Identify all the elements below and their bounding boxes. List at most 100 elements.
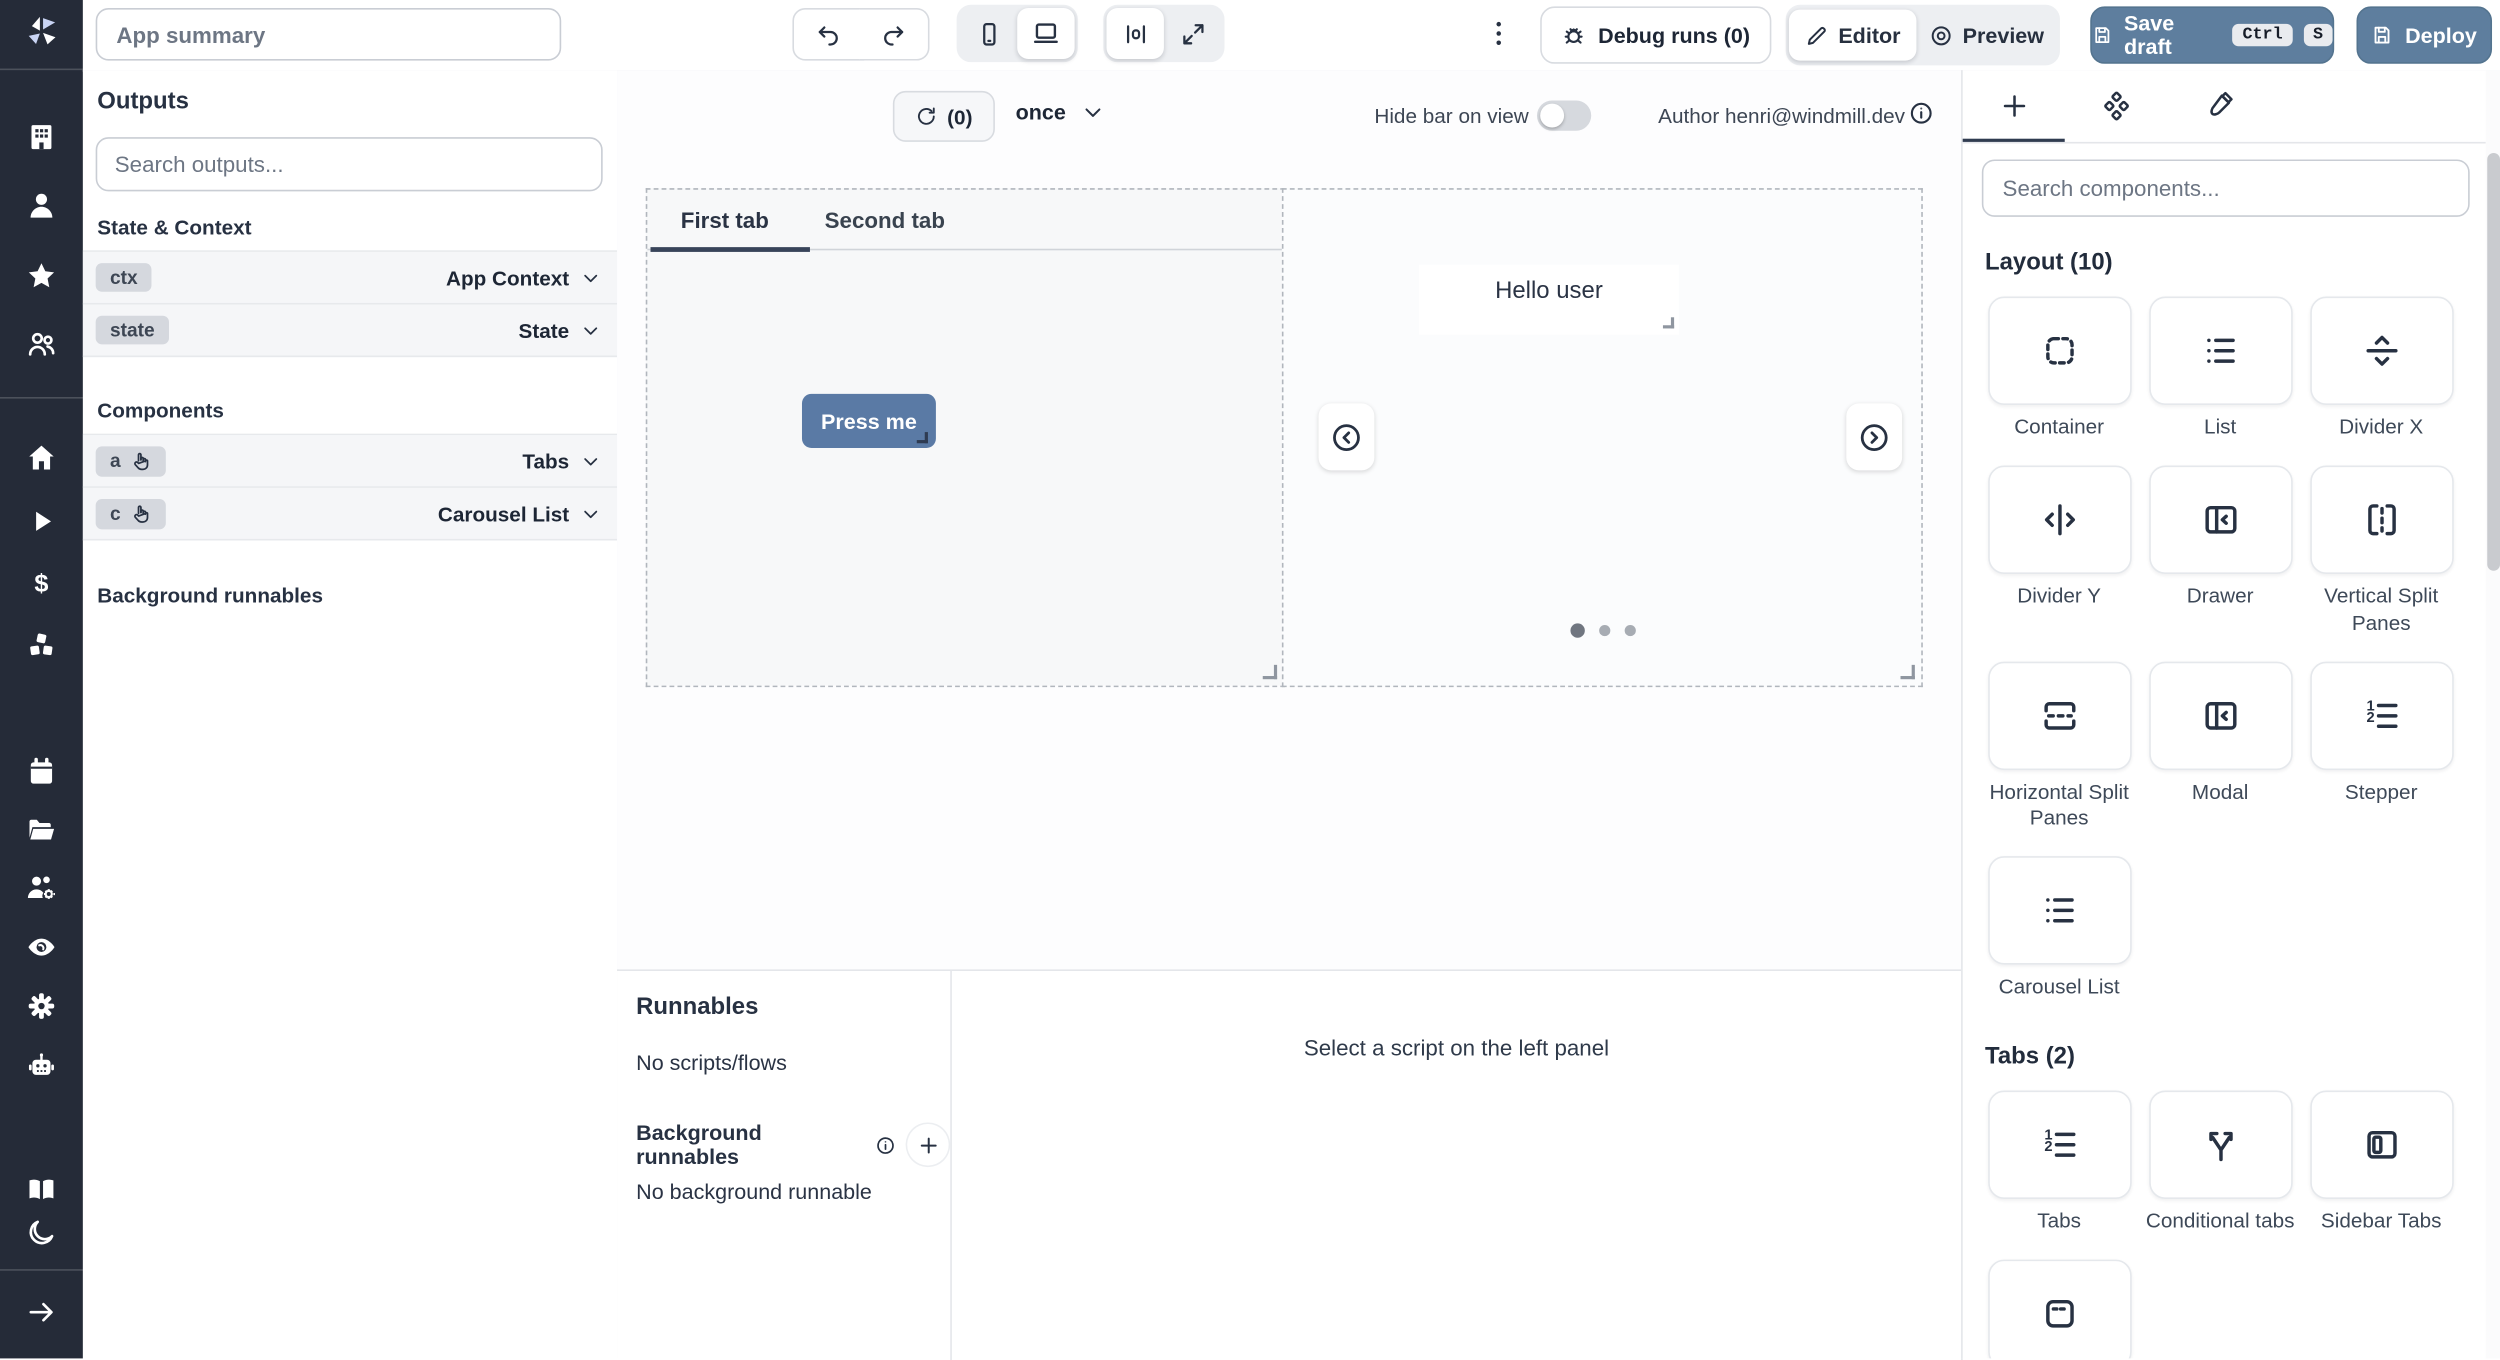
output-row-c[interactable]: c Carousel List: [83, 488, 617, 541]
deploy-button[interactable]: Deploy: [2357, 6, 2493, 63]
no-scripts-text: No scripts/flows: [636, 1051, 950, 1075]
hand-pointer-icon: [130, 450, 151, 471]
run-mode-dropdown[interactable]: once: [1016, 100, 1105, 124]
layout-section-title: Layout (10): [1985, 249, 2500, 276]
invisible-tabs-icon: [2038, 1293, 2079, 1334]
tab-insert-component[interactable]: [1963, 70, 2065, 142]
docs-book-icon[interactable]: [26, 1173, 58, 1205]
search-outputs-input[interactable]: [96, 137, 603, 191]
mobile-view-button[interactable]: [960, 8, 1017, 59]
component-card-conditional-tabs[interactable]: Conditional tabs: [2143, 1090, 2298, 1234]
hide-bar-toggle[interactable]: [1537, 100, 1591, 130]
more-menu-button[interactable]: [1483, 18, 1515, 50]
component-card-sidebar-tabs[interactable]: Sidebar Tabs: [2304, 1090, 2459, 1234]
tabs-component[interactable]: First tab Second tab Press me: [646, 188, 1285, 687]
output-row-a[interactable]: a Tabs: [83, 435, 617, 488]
author-label: Author henri@windmill.dev: [1658, 104, 1905, 128]
component-card-list[interactable]: List: [2143, 297, 2298, 441]
arrow-left-circle-icon: [1330, 420, 1363, 453]
background-runnables-title: Background runnables: [97, 584, 617, 608]
output-row-ctx[interactable]: ctx App Context: [83, 252, 617, 305]
tab-component-settings[interactable]: [2065, 70, 2167, 142]
component-card-partial[interactable]: [1982, 1259, 2137, 1358]
center-canvas-button[interactable]: [1107, 8, 1164, 59]
app-summary-input[interactable]: [96, 8, 562, 61]
save-icon: [2092, 24, 2113, 46]
component-card-divider-y[interactable]: Divider Y: [1982, 466, 2137, 636]
debug-runs-button[interactable]: Debug runs (0): [1540, 6, 1771, 63]
text-component[interactable]: Hello user: [1419, 265, 1679, 335]
stepper-icon: 12: [2360, 695, 2401, 736]
desktop-view-button[interactable]: [1017, 8, 1074, 59]
search-components-input[interactable]: [1982, 159, 2470, 216]
workers-robot-icon[interactable]: [26, 1051, 58, 1083]
scrollbar-thumb[interactable]: [2487, 153, 2500, 571]
carousel-next-button[interactable]: [1846, 403, 1902, 470]
tab-theme-styling[interactable]: [2167, 70, 2269, 142]
outputs-title: Outputs: [97, 88, 617, 115]
component-card-container[interactable]: Container: [1982, 297, 2137, 441]
resources-cubes-icon[interactable]: [26, 630, 58, 662]
component-card-carousel-list[interactable]: Carousel List: [1982, 857, 2137, 1001]
button-resize-handle[interactable]: [917, 432, 928, 443]
carousel-prev-button[interactable]: [1319, 403, 1375, 470]
expand-sidebar-arrow-icon[interactable]: [26, 1296, 58, 1328]
divider-x-icon: [2360, 330, 2401, 371]
component-card-modal[interactable]: Modal: [2143, 661, 2298, 831]
tab-first[interactable]: First tab: [681, 206, 769, 232]
carousel-component[interactable]: Hello user: [1282, 188, 1923, 687]
text-resize-handle[interactable]: [1663, 317, 1674, 328]
users-icon[interactable]: [26, 328, 58, 360]
carousel-dot-active[interactable]: [1570, 623, 1584, 637]
runnables-panel: Runnables No scripts/flows Background ru…: [617, 969, 1963, 1360]
variables-dollar-icon[interactable]: $: [26, 568, 58, 600]
components-list: Layout (10) Container List Divider X Div…: [1963, 228, 2500, 1358]
schedules-calendar-icon[interactable]: [26, 756, 58, 788]
dark-mode-moon-icon[interactable]: [26, 1217, 58, 1249]
redo-button[interactable]: [859, 8, 929, 61]
diamonds-icon: [2101, 91, 2131, 121]
editor-tab[interactable]: Editor: [1789, 10, 1917, 61]
settings-gear-icon[interactable]: [26, 990, 58, 1022]
user-icon[interactable]: [26, 190, 58, 222]
tab-second[interactable]: Second tab: [825, 206, 945, 232]
audit-eye-icon[interactable]: [26, 931, 58, 963]
component-card-tabs[interactable]: 12 Tabs: [1982, 1090, 2137, 1234]
component-card-divider-x[interactable]: Divider X: [2304, 297, 2459, 441]
preview-tab[interactable]: Preview: [1916, 10, 2056, 61]
users-gear-icon[interactable]: [26, 872, 58, 904]
runs-play-icon[interactable]: [26, 505, 58, 537]
tabs-resize-handle[interactable]: [1263, 665, 1277, 679]
chevron-down-icon: [580, 503, 601, 524]
carousel-dots[interactable]: [1283, 623, 1921, 637]
state-context-title: State & Context: [97, 215, 617, 239]
undo-button[interactable]: [792, 8, 864, 61]
list-icon: [2199, 330, 2240, 371]
refresh-button[interactable]: (0): [893, 91, 995, 142]
component-card-drawer[interactable]: Drawer: [2143, 466, 2298, 636]
carousel-dot[interactable]: [1624, 625, 1635, 636]
chevron-down-icon: [1080, 100, 1104, 124]
press-me-button[interactable]: Press me: [802, 394, 936, 448]
svg-text:2: 2: [2044, 1138, 2052, 1154]
no-background-text: No background runnable: [636, 1180, 950, 1204]
component-card-stepper[interactable]: 12 Stepper: [2304, 661, 2459, 831]
home-icon[interactable]: [26, 442, 58, 474]
tabs-icon: 12: [2038, 1123, 2079, 1164]
component-card-vertical-split[interactable]: Vertical Split Panes: [2304, 466, 2459, 636]
carousel-resize-handle[interactable]: [1901, 665, 1915, 679]
star-icon[interactable]: [26, 260, 58, 292]
windmill-logo-icon[interactable]: [22, 13, 60, 51]
info-icon[interactable]: [1908, 100, 1934, 126]
folders-icon[interactable]: [26, 813, 58, 845]
scrollbar-track[interactable]: [2486, 70, 2500, 1358]
save-draft-button[interactable]: Save draft Ctrl S: [2090, 6, 2334, 63]
fullscreen-canvas-button[interactable]: [1164, 8, 1221, 59]
tabs-section-title: Tabs (2): [1985, 1042, 2500, 1069]
output-row-state[interactable]: state State: [83, 305, 617, 358]
carousel-dot[interactable]: [1598, 625, 1609, 636]
component-card-horizontal-split[interactable]: Horizontal Split Panes: [1982, 661, 2137, 831]
add-background-runnable-button[interactable]: [906, 1122, 950, 1167]
plus-icon: [1999, 91, 2029, 121]
workspace-building-icon[interactable]: [26, 121, 58, 153]
